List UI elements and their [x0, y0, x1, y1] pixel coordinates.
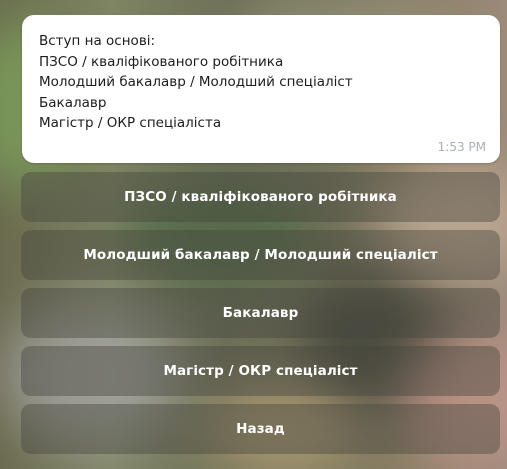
message-line: Молодший бакалавр / Молодший спеціаліст [39, 74, 353, 90]
message-line: Вступ на основі: [39, 33, 156, 49]
option-button-master[interactable]: Магістр / ОКР спеціаліст [21, 346, 500, 396]
option-button-pzso[interactable]: ПЗСО / кваліфікованого робітника [21, 172, 500, 222]
message-line: Магістр / ОКР спеціаліста [39, 115, 222, 131]
option-button-bachelor[interactable]: Бакалавр [21, 288, 500, 338]
message-line: Бакалавр [39, 94, 107, 111]
message-bubble: Вступ на основі: ПЗСО / кваліфікованого … [22, 15, 500, 163]
back-button[interactable]: Назад [21, 404, 500, 454]
inline-keyboard: ПЗСО / кваліфікованого робітника Молодши… [21, 172, 500, 462]
option-button-junior-bachelor[interactable]: Молодший бакалавр / Молодший спеціаліст [21, 230, 500, 280]
message-timestamp: 1:53 PM [437, 140, 486, 154]
message-line: ПЗСО / кваліфікованого робітника [39, 53, 284, 70]
